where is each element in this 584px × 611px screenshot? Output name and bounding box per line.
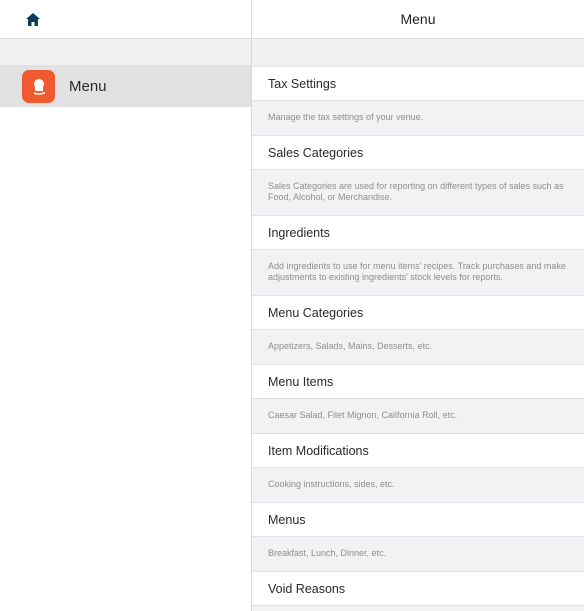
section-title-ingredients[interactable]: Ingredients [252, 216, 584, 250]
section-title-menus[interactable]: Menus [252, 503, 584, 537]
sidebar-item-label: Menu [69, 78, 107, 95]
section-title-tax-settings[interactable]: Tax Settings [252, 67, 584, 101]
section-title-menu-categories[interactable]: Menu Categories [252, 296, 584, 330]
section-description: Cooking instructions, sides, etc. [252, 468, 584, 502]
main-header: Menu [252, 0, 584, 39]
section-description: Caesar Salad, Filet Mignon, California R… [252, 399, 584, 433]
section-description: Manage the tax settings of your venue. [252, 101, 584, 135]
settings-section: Void Reasons [252, 571, 584, 606]
settings-section: Sales Categories Sales Categories are us… [252, 135, 584, 215]
settings-section: Menus Breakfast, Lunch, Dinner, etc. [252, 502, 584, 571]
home-icon[interactable] [24, 10, 42, 28]
settings-section: Ingredients Add ingredients to use for m… [252, 215, 584, 295]
section-title-item-modifications[interactable]: Item Modifications [252, 434, 584, 468]
section-description: Appetizers, Salads, Mains, Desserts, etc… [252, 330, 584, 364]
settings-section: Tax Settings Manage the tax settings of … [252, 66, 584, 135]
app-window: Menu Menu Tax Settings Manage the tax se… [0, 0, 584, 611]
main-panel: Menu Tax Settings Manage the tax setting… [252, 0, 584, 611]
section-description: Sales Categories are used for reporting … [252, 170, 584, 215]
main-gap [252, 39, 584, 66]
section-title-menu-items[interactable]: Menu Items [252, 365, 584, 399]
section-title-void-reasons[interactable]: Void Reasons [252, 572, 584, 606]
settings-section: Item Modifications Cooking instructions,… [252, 433, 584, 502]
page-title: Menu [400, 11, 436, 27]
settings-section: Menu Items Caesar Salad, Filet Mignon, C… [252, 364, 584, 433]
sidebar-header [0, 0, 251, 39]
section-description: Add ingredients to use for menu items' r… [252, 250, 584, 295]
sidebar: Menu [0, 0, 252, 611]
section-description: Breakfast, Lunch, Dinner, etc. [252, 537, 584, 571]
section-title-sales-categories[interactable]: Sales Categories [252, 136, 584, 170]
sidebar-spacer [0, 39, 251, 66]
menu-chef-icon [22, 70, 55, 103]
sidebar-item-menu[interactable]: Menu [0, 66, 251, 107]
settings-section: Menu Categories Appetizers, Salads, Main… [252, 295, 584, 364]
